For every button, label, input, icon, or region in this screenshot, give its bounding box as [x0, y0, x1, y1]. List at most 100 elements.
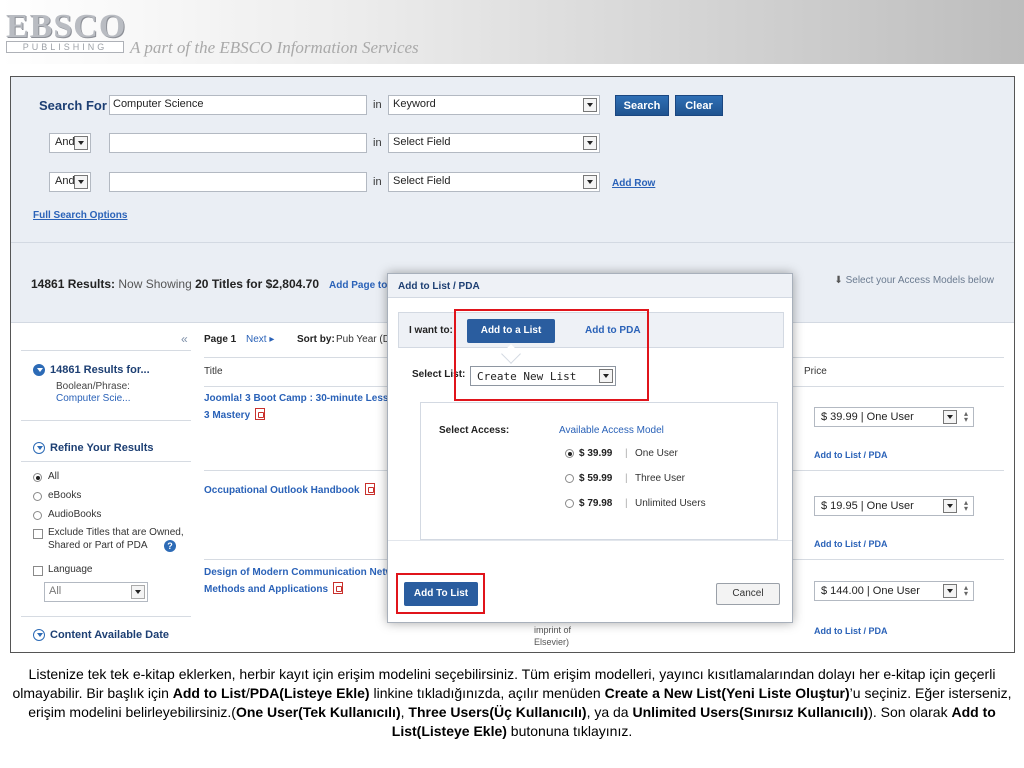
spinner-icon: ▴ ▾: [963, 409, 968, 424]
add-row-link[interactable]: Add Row: [612, 178, 655, 189]
chevron-down-icon: [74, 175, 88, 189]
select-access-label: Select Access:: [439, 425, 510, 436]
access-radio-3[interactable]: [565, 499, 574, 508]
search-input-1[interactable]: Computer Science: [109, 95, 367, 115]
exclude-checkbox[interactable]: [33, 529, 43, 539]
search-button[interactable]: Search: [615, 95, 669, 116]
field-select-1[interactable]: Keyword: [388, 95, 600, 115]
radio-ebooks[interactable]: [33, 492, 42, 501]
field-select-1-value: Keyword: [393, 98, 436, 110]
price-select-2-value: $ 19.95 | One User: [821, 500, 914, 512]
language-checkbox[interactable]: [33, 566, 43, 576]
boolean-select-2-value: And: [55, 136, 75, 148]
price-select-2[interactable]: $ 19.95 | One User ▴ ▾: [814, 496, 974, 516]
field-select-3[interactable]: Select Field: [388, 172, 600, 192]
expand-circle-icon[interactable]: [33, 364, 45, 376]
chevron-down-icon: [583, 175, 597, 189]
add-to-list-pda-link-2[interactable]: Add to List / PDA: [814, 539, 888, 549]
pdf-icon: [255, 408, 266, 420]
caption: Listenize tek tek e-kitap eklerken, herb…: [4, 665, 1020, 741]
cancel-button[interactable]: Cancel: [716, 583, 780, 605]
title-1-line-1: Joomla! 3 Boot Camp : 30-minute Lesson: [204, 393, 401, 404]
radio-all-label: All: [48, 471, 60, 482]
caption-part: butonuna tıklayınız.: [506, 723, 633, 739]
access-model-3: Unlimited Users: [635, 498, 706, 509]
results-count: 14861 Results:: [31, 277, 116, 291]
publisher-line-1: imprint of: [534, 625, 572, 635]
search-for-label: Search For: [39, 98, 107, 113]
caption-bold: Three Users(Üç Kullanıcılı): [408, 704, 587, 720]
sort-label: Sort by:: [297, 334, 335, 345]
showing-num: 20: [195, 277, 209, 291]
modal-title: Add to List / PDA: [388, 274, 792, 298]
access-price-3: $ 79.98: [579, 498, 613, 509]
separator: |: [625, 473, 628, 484]
tagline: A part of the EBSCO Information Services: [130, 38, 419, 57]
search-panel: Search For Computer Science in Keyword S…: [11, 77, 1014, 243]
next-page-link[interactable]: Next ▸: [246, 334, 274, 345]
collapse-sidebar-icon[interactable]: «: [181, 332, 188, 346]
language-label: Language: [48, 564, 93, 575]
in-label-2: in: [373, 137, 382, 149]
exclude-label-1: Exclude Titles that are Owned,: [48, 527, 184, 538]
price-select-1[interactable]: $ 39.99 | One User ▴ ▾: [814, 407, 974, 427]
price-select-3-value: $ 144.00 | One User: [821, 585, 920, 597]
title-2-text: Occupational Outlook Handbook: [204, 485, 360, 496]
ebsco-header: EBSCO PUBLISHING A part of the EBSCO Inf…: [0, 0, 1024, 64]
expand-circle-icon[interactable]: [33, 629, 45, 641]
access-hint: ⬇ Select your Access Models below: [834, 275, 994, 286]
content-date-heading: Content Available Date: [50, 629, 169, 641]
price-select-3[interactable]: $ 144.00 | One User ▴ ▾: [814, 581, 974, 601]
highlight-add-button-box: [396, 573, 485, 614]
field-select-2[interactable]: Select Field: [388, 133, 600, 153]
title-3-line-2: Methods and Applications: [204, 580, 400, 597]
search-input-2[interactable]: [109, 133, 367, 153]
sidebar: « 14861 Results for... Boolean/Phrase: C…: [11, 324, 194, 652]
ebsco-logo: EBSCO PUBLISHING: [6, 8, 125, 56]
language-select[interactable]: All: [44, 582, 148, 602]
boolean-value[interactable]: Computer Scie...: [56, 393, 130, 404]
boolean-select-2[interactable]: And: [49, 133, 91, 153]
page-indicator: Page 1: [204, 334, 237, 345]
caption-bold: One User(Tek Kullanıcılı): [235, 704, 401, 720]
search-input-3[interactable]: [109, 172, 367, 192]
radio-audiobooks[interactable]: [33, 511, 42, 520]
results-for-heading: 14861 Results for...: [50, 364, 150, 376]
sort-value[interactable]: Pub Year (D: [336, 334, 390, 345]
exclude-label-2: Shared or Part of PDA: [48, 540, 148, 551]
results-summary: 14861 Results: Now Showing 20 Titles for…: [31, 277, 405, 291]
separator: |: [625, 448, 628, 459]
radio-ebooks-label: eBooks: [48, 490, 82, 501]
title-3-line-2-text: Methods and Applications: [204, 584, 329, 595]
expand-circle-icon[interactable]: [33, 442, 45, 454]
chevron-down-icon: [583, 136, 597, 150]
full-search-options-link[interactable]: Full Search Options: [33, 210, 127, 221]
access-model-2: Three User: [635, 473, 686, 484]
help-icon[interactable]: ?: [164, 540, 176, 552]
caption-bold: PDA(Listeye Ekle): [249, 685, 370, 701]
access-radio-1[interactable]: [565, 449, 574, 458]
screenshot-frame: Search For Computer Science in Keyword S…: [10, 76, 1015, 653]
spinner-icon: ▴ ▾: [963, 583, 968, 598]
arrow-down-icon: ⬇: [834, 275, 843, 286]
i-want-label: I want to:: [409, 325, 453, 336]
title-3-line-1: Design of Modern Communication Netwo: [204, 567, 400, 578]
access-price-2: $ 59.99: [579, 473, 613, 484]
caption-bold: Unlimited Users(Sınırsız Kullanıcılı): [632, 704, 869, 720]
clear-button[interactable]: Clear: [675, 95, 723, 116]
caption-bold: Add to List: [172, 685, 246, 701]
title-link-1[interactable]: Joomla! 3 Boot Camp : 30-minute Lesson 3…: [204, 392, 401, 423]
caption-part: linkine tıkladığınızda, açılır menüden: [369, 685, 605, 701]
radio-all[interactable]: [33, 473, 42, 482]
chevron-down-icon: [583, 98, 597, 112]
boolean-select-3[interactable]: And: [49, 172, 91, 192]
chevron-down-icon: [74, 136, 88, 150]
add-to-list-pda-link-1[interactable]: Add to List / PDA: [814, 450, 888, 460]
title-link-2[interactable]: Occupational Outlook Handbook: [204, 481, 375, 498]
refine-heading: Refine Your Results: [50, 442, 154, 454]
add-to-list-pda-link-3[interactable]: Add to List / PDA: [814, 626, 888, 636]
modal-divider: [388, 540, 792, 541]
title-link-3[interactable]: Design of Modern Communication Netwo Met…: [204, 566, 400, 597]
sidebar-divider: [21, 350, 191, 351]
access-radio-2[interactable]: [565, 474, 574, 483]
